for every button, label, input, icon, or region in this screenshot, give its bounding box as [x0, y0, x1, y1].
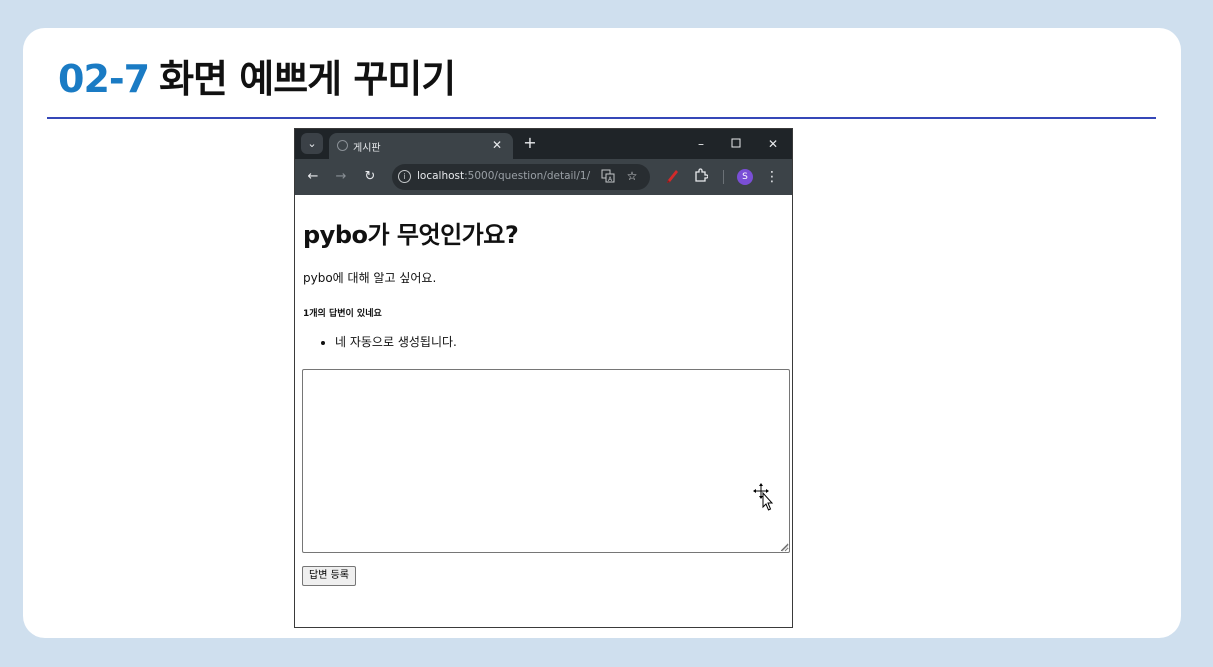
slide-title-number: 02-7	[58, 57, 150, 101]
maximize-button[interactable]	[727, 135, 745, 153]
window-close-button[interactable]: ✕	[764, 135, 782, 153]
back-button[interactable]: ←	[304, 168, 322, 186]
url-text[interactable]: localhost:5000/question/detail/1/	[417, 170, 590, 182]
tab-title: 게시판	[353, 143, 381, 154]
translate-icon[interactable]: A	[601, 169, 615, 183]
extensions-puzzle-icon[interactable]	[693, 168, 709, 186]
globe-icon	[337, 140, 348, 151]
title-rule	[47, 117, 1156, 119]
url-host: localhost	[417, 170, 465, 182]
browser-window: ⌄ 게시판 ✕ + – ✕ ← → ↻ i localhost:5000/que…	[294, 128, 793, 628]
more-menu-icon[interactable]: ⋮	[765, 168, 779, 186]
maximize-icon	[731, 138, 741, 148]
reload-button[interactable]: ↻	[361, 168, 379, 186]
answer-list: 네 자동으로 생성됩니다.	[295, 333, 457, 350]
question-subject: pybo가 무엇인가요?	[303, 221, 519, 249]
address-bar[interactable]: i localhost:5000/question/detail/1/ A ☆	[392, 164, 650, 190]
move-cursor-icon	[753, 483, 774, 511]
answer-item: 네 자동으로 생성됩니다.	[335, 333, 457, 350]
submit-answer-button[interactable]: 답변 등록	[302, 566, 356, 586]
pen-extension-icon[interactable]	[665, 169, 679, 185]
page-content: pybo가 무엇인가요? pybo에 대해 알고 싶어요. 1개의 답변이 있네…	[295, 195, 792, 627]
reload-icon: ↻	[364, 169, 376, 184]
info-icon[interactable]: i	[398, 170, 411, 183]
browser-toolbar: ← → ↻ i localhost:5000/question/detail/1…	[295, 159, 792, 195]
minimize-button[interactable]: –	[692, 135, 710, 153]
tab-search-button[interactable]: ⌄	[301, 133, 323, 154]
arrow-left-icon: ←	[307, 169, 319, 184]
bookmark-star-icon[interactable]: ☆	[624, 168, 640, 184]
forward-button[interactable]: →	[332, 168, 350, 186]
toolbar-divider	[723, 170, 724, 184]
slide-title-text: 화면 예쁘게 꾸미기	[159, 57, 456, 101]
resize-grip-icon[interactable]	[781, 544, 789, 552]
answer-count: 1개의 답변이 있네요	[303, 309, 382, 319]
new-tab-button[interactable]: +	[521, 134, 539, 152]
plus-icon: +	[523, 133, 537, 152]
slide-title: 02-7 화면 예쁘게 꾸미기	[58, 54, 456, 104]
profile-avatar[interactable]: S	[737, 169, 753, 185]
tab-bar: ⌄ 게시판 ✕ + – ✕	[295, 129, 792, 159]
chevron-down-icon: ⌄	[307, 137, 317, 150]
answer-textarea[interactable]	[302, 369, 790, 553]
url-path: :5000/question/detail/1/	[464, 170, 591, 182]
question-content: pybo에 대해 알고 싶어요.	[303, 271, 437, 285]
tab-active[interactable]: 게시판 ✕	[329, 133, 513, 159]
close-icon[interactable]: ✕	[489, 137, 505, 153]
arrow-right-icon: →	[335, 169, 347, 184]
